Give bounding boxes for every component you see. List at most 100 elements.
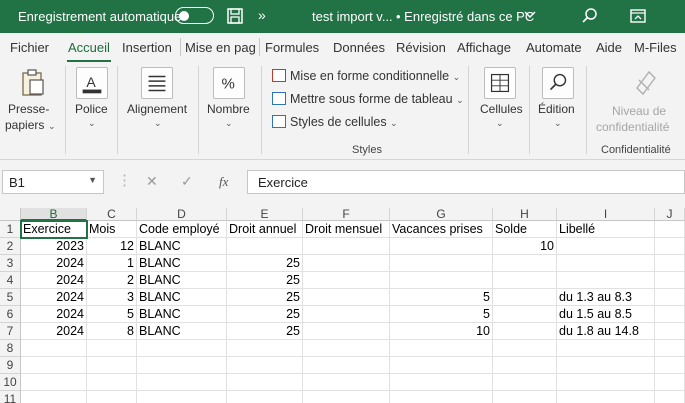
cell-d8[interactable] xyxy=(137,340,227,357)
row-header-7[interactable]: 7 xyxy=(0,323,21,340)
cell-j4[interactable] xyxy=(655,272,685,289)
tab-m-files[interactable]: M-Files xyxy=(634,40,677,55)
cell-h4[interactable] xyxy=(493,272,557,289)
cell-e3[interactable]: 25 xyxy=(227,255,303,272)
cell-i10[interactable] xyxy=(557,374,655,391)
cell-f9[interactable] xyxy=(303,357,390,374)
cell-i3[interactable] xyxy=(557,255,655,272)
cell-c4[interactable]: 2 xyxy=(87,272,137,289)
row-header-2[interactable]: 2 xyxy=(0,238,21,255)
tab-revision[interactable]: Révision xyxy=(396,40,446,55)
tab-affichage[interactable]: Affichage xyxy=(457,40,511,55)
cell-g8[interactable] xyxy=(390,340,493,357)
cell-d4[interactable]: BLANC xyxy=(137,272,227,289)
cell-e1[interactable]: Droit annuel xyxy=(227,221,303,238)
row-header-8[interactable]: 8 xyxy=(0,340,21,357)
cell-f6[interactable] xyxy=(303,306,390,323)
insert-function-icon[interactable]: fx xyxy=(219,174,228,190)
document-title[interactable]: test import v... xyxy=(312,9,393,24)
cell-g2[interactable] xyxy=(390,238,493,255)
row-header-6[interactable]: 6 xyxy=(0,306,21,323)
cell-j8[interactable] xyxy=(655,340,685,357)
row-header-11[interactable]: 11 xyxy=(0,391,21,403)
cell-f3[interactable] xyxy=(303,255,390,272)
cell-f2[interactable] xyxy=(303,238,390,255)
select-all-corner[interactable] xyxy=(0,208,21,221)
saved-status[interactable]: • Enregistré dans ce PC xyxy=(396,9,534,24)
cell-b1[interactable]: Exercice xyxy=(20,220,88,239)
cell-b4[interactable]: 2024 xyxy=(21,272,87,289)
cell-i8[interactable] xyxy=(557,340,655,357)
cell-h6[interactable] xyxy=(493,306,557,323)
cell-i7[interactable]: du 1.8 au 14.8 xyxy=(557,323,655,340)
cell-g1[interactable]: Vacances prises xyxy=(390,221,493,238)
column-header-h[interactable]: H xyxy=(493,208,557,221)
cell-d9[interactable] xyxy=(137,357,227,374)
tab-mise-en-page[interactable]: Mise en pag xyxy=(185,40,255,55)
cell-b5[interactable]: 2024 xyxy=(21,289,87,306)
cell-i11[interactable] xyxy=(557,391,655,403)
row-header-3[interactable]: 3 xyxy=(0,255,21,272)
cell-styles-button[interactable]: Styles de cellules ⌄ xyxy=(272,115,398,129)
cell-d2[interactable]: BLANC xyxy=(137,238,227,255)
cell-f1[interactable]: Droit mensuel xyxy=(303,221,390,238)
cell-b2[interactable]: 2023 xyxy=(21,238,87,255)
drag-handle-icon[interactable]: ⋮ xyxy=(117,171,132,189)
cell-e9[interactable] xyxy=(227,357,303,374)
cell-g4[interactable] xyxy=(390,272,493,289)
column-header-f[interactable]: F xyxy=(303,208,390,221)
cell-j7[interactable] xyxy=(655,323,685,340)
cell-e5[interactable]: 25 xyxy=(227,289,303,306)
cell-c8[interactable] xyxy=(87,340,137,357)
row-header-10[interactable]: 10 xyxy=(0,374,21,391)
cell-g3[interactable] xyxy=(390,255,493,272)
cell-e11[interactable] xyxy=(227,391,303,403)
cell-j1[interactable] xyxy=(655,221,685,238)
cell-f4[interactable] xyxy=(303,272,390,289)
cell-g11[interactable] xyxy=(390,391,493,403)
worksheet-grid[interactable]: B C D E F G H I J 1 Exercice Mois Code employé Droit … xyxy=(0,208,685,403)
cell-f10[interactable] xyxy=(303,374,390,391)
cell-i6[interactable]: du 1.5 au 8.5 xyxy=(557,306,655,323)
tab-fichier[interactable]: Fichier xyxy=(10,40,49,55)
cell-c1[interactable]: Mois xyxy=(87,221,137,238)
name-box[interactable]: B1 ▼ xyxy=(2,170,104,194)
column-header-b[interactable]: B xyxy=(21,208,87,221)
cell-e4[interactable]: 25 xyxy=(227,272,303,289)
cell-h8[interactable] xyxy=(493,340,557,357)
cell-d1[interactable]: Code employé xyxy=(137,221,227,238)
autosave-toggle[interactable] xyxy=(175,7,214,24)
column-header-j[interactable]: J xyxy=(655,208,685,221)
cell-d5[interactable]: BLANC xyxy=(137,289,227,306)
cell-j11[interactable] xyxy=(655,391,685,403)
ribbon-display-icon[interactable] xyxy=(629,7,647,25)
save-icon[interactable] xyxy=(226,7,244,25)
tab-aide[interactable]: Aide xyxy=(596,40,622,55)
cell-c10[interactable] xyxy=(87,374,137,391)
cell-c7[interactable]: 8 xyxy=(87,323,137,340)
cell-f11[interactable] xyxy=(303,391,390,403)
cell-e10[interactable] xyxy=(227,374,303,391)
cell-e7[interactable]: 25 xyxy=(227,323,303,340)
cell-b7[interactable]: 2024 xyxy=(21,323,87,340)
cell-c11[interactable] xyxy=(87,391,137,403)
cell-e2[interactable] xyxy=(227,238,303,255)
enter-icon[interactable]: ✓ xyxy=(181,173,193,190)
cell-i9[interactable] xyxy=(557,357,655,374)
cell-d6[interactable]: BLANC xyxy=(137,306,227,323)
row-header-5[interactable]: 5 xyxy=(0,289,21,306)
tab-automate[interactable]: Automate xyxy=(526,40,582,55)
cell-c3[interactable]: 1 xyxy=(87,255,137,272)
format-as-table-button[interactable]: Mettre sous forme de tableau ⌄ xyxy=(272,92,464,106)
cell-g7[interactable]: 10 xyxy=(390,323,493,340)
cell-i4[interactable] xyxy=(557,272,655,289)
cell-b3[interactable]: 2024 xyxy=(21,255,87,272)
cell-g9[interactable] xyxy=(390,357,493,374)
cell-b8[interactable] xyxy=(21,340,87,357)
cell-h9[interactable] xyxy=(493,357,557,374)
cell-h5[interactable] xyxy=(493,289,557,306)
cell-c9[interactable] xyxy=(87,357,137,374)
cell-j5[interactable] xyxy=(655,289,685,306)
cell-b11[interactable] xyxy=(21,391,87,403)
cell-d7[interactable]: BLANC xyxy=(137,323,227,340)
